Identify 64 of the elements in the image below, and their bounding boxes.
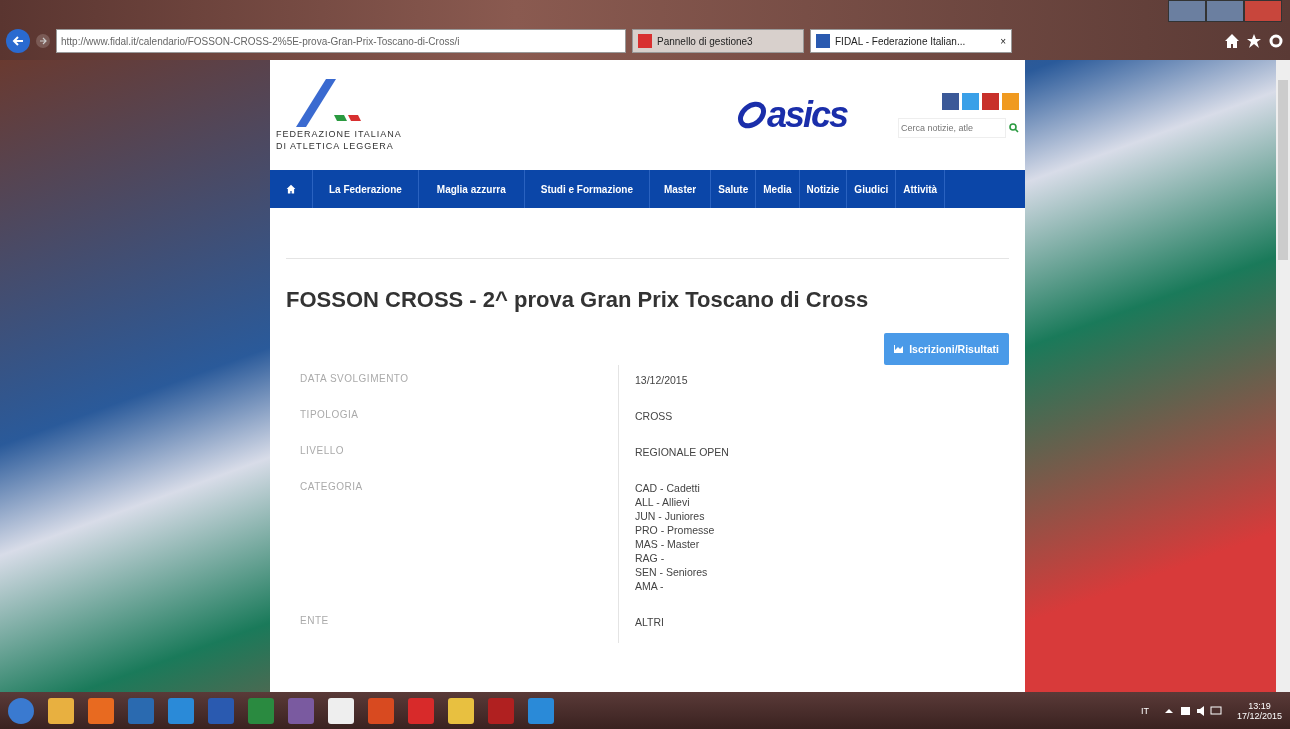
detail-value: JUN - Juniores	[635, 509, 706, 523]
forward-button[interactable]	[36, 34, 50, 48]
nav-link[interactable]: Notizie	[799, 170, 848, 208]
chart-icon	[894, 345, 905, 353]
detail-value: CAD - Cadetti	[635, 481, 701, 495]
favicon-icon	[638, 34, 652, 48]
detail-label: TIPOLOGIA	[299, 408, 360, 422]
detail-label: ENTE	[299, 614, 330, 628]
nav-link[interactable]: La Federazione	[313, 170, 419, 208]
back-button[interactable]	[6, 29, 30, 53]
nav-link[interactable]: Attività	[896, 170, 946, 208]
browser-tab[interactable]: FIDAL - Federazione Italian... ×	[810, 29, 1012, 53]
sponsor-logo: asics	[766, 94, 847, 136]
detail-value: CROSS	[635, 409, 674, 423]
favicon-icon	[816, 34, 830, 48]
detail-value: PRO - Promesse	[635, 523, 716, 537]
detail-value: RAG -	[635, 551, 666, 565]
language-indicator[interactable]: IT	[1140, 705, 1149, 716]
organization-name: FEDERAZIONE ITALIANA	[276, 129, 402, 139]
detail-value: ALTRI	[635, 615, 665, 629]
close-tab-button[interactable]: ×	[1000, 35, 1006, 47]
clock-date: 17/12/2015	[1236, 710, 1282, 721]
nav-link[interactable]: Maglia azzurra	[418, 170, 525, 208]
social-icon[interactable]	[982, 92, 999, 110]
settings-icon[interactable]	[1268, 33, 1284, 49]
detail-value: ALL - Allievi	[635, 495, 691, 509]
nav-link[interactable]: Giudici	[847, 170, 897, 208]
social-icon[interactable]	[942, 92, 959, 110]
taskbar-app-icon[interactable]	[448, 697, 474, 724]
address-bar[interactable]: http://www.fidal.it/calendario/FOSSON-CROSS-2%5E-prova-Gran-Prix-Toscano-di-Cross/i	[56, 29, 626, 53]
close-window-button[interactable]	[1244, 0, 1282, 22]
browser-tab[interactable]: Pannello di gestione3	[632, 29, 804, 53]
scrollbar[interactable]	[1276, 60, 1290, 692]
taskbar-app-icon[interactable]	[328, 697, 354, 724]
nav-link[interactable]: Master	[649, 170, 712, 208]
minimize-button[interactable]	[1168, 0, 1206, 22]
detail-value: AMA -	[635, 579, 665, 593]
taskbar-app-icon[interactable]	[48, 697, 74, 724]
home-icon[interactable]	[1224, 33, 1240, 49]
nav-link[interactable]: Media	[756, 170, 800, 208]
swoosh-icon	[736, 100, 767, 130]
detail-value: 13/12/2015	[635, 373, 689, 387]
maximize-button[interactable]	[1206, 0, 1244, 22]
clock-time: 13:19	[1248, 700, 1271, 711]
forward-arrow-icon	[39, 37, 47, 45]
home-icon	[286, 184, 296, 194]
detail-label: LIVELLO	[299, 444, 346, 458]
detail-value: MAS - Master	[635, 537, 701, 551]
tab-title: Pannello di gestione3	[657, 35, 753, 47]
detail-value: SEN - Seniores	[635, 565, 709, 579]
organization-name: DI ATLETICA LEGGERA	[276, 141, 394, 151]
event-title: FOSSON CROSS - 2^ prova Gran Prix Toscano di Cross	[286, 287, 870, 313]
detail-value: REGIONALE OPEN	[635, 445, 730, 459]
detail-label: CATEGORIA	[299, 480, 364, 494]
star-icon[interactable]	[1246, 33, 1262, 49]
detail-label: DATA SVOLGIMENTO	[299, 372, 410, 386]
tab-title: FIDAL - Federazione Italian...	[835, 35, 966, 47]
nav-link[interactable]: Studi e Formazione	[524, 170, 650, 208]
search-icon[interactable]	[1009, 122, 1019, 133]
social-icon[interactable]	[962, 92, 979, 110]
back-arrow-icon	[12, 35, 24, 47]
search-field[interactable]: Cerca notizie, atle	[898, 117, 1006, 138]
start-button[interactable]	[8, 697, 34, 724]
nav-link[interactable]: Salute	[711, 170, 757, 208]
